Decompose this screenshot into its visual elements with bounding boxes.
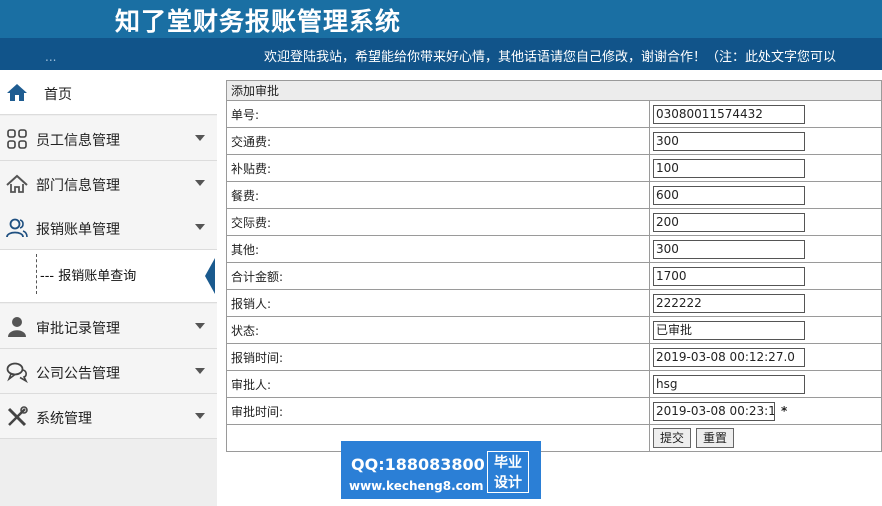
watermark-tag-line2: 设计 [494,475,522,491]
meal-fee-input[interactable]: 600 [653,185,805,205]
approver-input[interactable]: hsg [653,374,805,394]
grid-icon [7,129,27,149]
total-amount-input[interactable]: 1700 [653,266,805,286]
field-label: 状态: [226,316,650,344]
sidebar-item-system[interactable]: 系统管理 [0,394,217,439]
sidebar-item-approval[interactable]: 审批记录管理 [0,304,217,349]
watermark-qq: QQ:188083800 [351,455,485,474]
form-row-meal: 餐费: 600 [226,181,882,209]
approval-form: 添加审批 单号: 03080011574432 交通费: 300 补贴费: 10… [226,80,882,452]
tree-branch: --- [40,269,55,284]
submit-button[interactable]: 提交 [653,428,692,448]
app-title: 知了堂财务报账管理系统 [115,7,402,36]
sidebar-item-label: 公司公告管理 [36,366,120,382]
form-row-status: 状态: 已审批 [226,316,882,344]
chevron-down-icon [195,323,205,329]
sidebar: 首页 员工信息管理 部门信息管理 报销账单管理 --- 报销账单查询 审批记录管… [0,70,217,506]
claim-time-input[interactable]: 2019-03-08 00:12:27.0 [653,347,805,367]
form-row-claimant: 报销人: 222222 [226,289,882,317]
form-row-approver: 审批人: hsg [226,370,882,398]
field-label: 单号: [226,100,650,128]
field-label: 报销人: [226,289,650,317]
approval-form-panel: 添加审批 单号: 03080011574432 交通费: 300 补贴费: 10… [226,80,882,452]
form-row-order-no: 单号: 03080011574432 [226,100,882,128]
person-icon [8,317,26,337]
field-label: 补贴费: [226,154,650,182]
form-row-subsidy: 补贴费: 100 [226,154,882,182]
field-label: 餐费: [226,181,650,209]
sidebar-subitem-expense-query[interactable]: --- 报销账单查询 [40,265,136,284]
social-fee-input[interactable]: 200 [653,212,805,232]
field-label: 交通费: [226,127,650,155]
home-icon [7,84,27,101]
tools-icon [7,406,28,427]
field-label: 报销时间: [226,343,650,371]
form-row-claim-time: 报销时间: 2019-03-08 00:12:27.0 [226,343,882,371]
order-no-input[interactable]: 03080011574432 [653,104,805,124]
other-fee-input[interactable]: 300 [653,239,805,259]
users-icon [6,218,28,238]
form-row-other: 其他: 300 [226,235,882,263]
required-mark: * [781,403,788,418]
sidebar-item-department[interactable]: 部门信息管理 [0,161,217,206]
header-banner: 知了堂财务报账管理系统 [0,0,882,38]
watermark-banner: QQ:188083800 www.kecheng8.com 毕业 设计 [341,441,541,499]
sidebar-item-home[interactable]: 首页 [0,70,217,115]
sidebar-item-label: 部门信息管理 [36,178,120,194]
form-row-social: 交际费: 200 [226,208,882,236]
form-heading: 添加审批 [226,80,882,101]
sidebar-item-employee[interactable]: 员工信息管理 [0,116,217,161]
field-label: 其他: [226,235,650,263]
form-row-transport: 交通费: 300 [226,127,882,155]
form-row-actions: 提交 重置 [226,424,882,452]
subsidy-fee-input[interactable]: 100 [653,158,805,178]
chat-icon [6,362,28,383]
field-label: 审批人: [226,370,650,398]
reset-button[interactable]: 重置 [696,428,735,448]
sidebar-subitem-label: 报销账单查询 [58,269,137,284]
active-indicator-icon [205,258,215,294]
chevron-down-icon [195,180,205,186]
status-input[interactable]: 已审批 [653,320,805,340]
header-welcome-bar: ... 欢迎登陆我站，希望能给你带来好心情，其他话语请您自己修改，谢谢合作！（注… [0,38,882,70]
sidebar-item-label: 报销账单管理 [36,222,120,238]
sidebar-item-announcement[interactable]: 公司公告管理 [0,349,217,394]
sidebar-item-label: 员工信息管理 [36,133,120,149]
sidebar-item-label: 首页 [44,87,72,103]
chevron-down-icon [195,368,205,374]
house-icon [6,174,28,193]
chevron-down-icon [195,135,205,141]
watermark-tag-line1: 毕业 [494,455,522,471]
chevron-down-icon [195,224,205,230]
form-row-approval-time: 审批时间: 2019-03-08 00:23:19 * [226,397,882,425]
welcome-marquee: 欢迎登陆我站，希望能给你带来好心情，其他话语请您自己修改，谢谢合作！（注：此处文… [264,50,837,65]
field-label: 交际费: [226,208,650,236]
tree-line [36,254,37,294]
watermark-url: www.kecheng8.com [349,479,484,493]
watermark-tag: 毕业 设计 [487,451,529,493]
sidebar-submenu: --- 报销账单查询 [0,250,217,303]
sidebar-item-label: 审批记录管理 [36,321,120,337]
header-dots: ... [45,50,57,64]
chevron-down-icon [195,413,205,419]
field-label: 审批时间: [226,397,650,425]
sidebar-item-expense[interactable]: 报销账单管理 [0,205,217,250]
form-row-total: 合计金额: 1700 [226,262,882,290]
claimant-input[interactable]: 222222 [653,293,805,313]
field-label: 合计金额: [226,262,650,290]
approval-time-input[interactable]: 2019-03-08 00:23:19 [653,401,775,421]
transport-fee-input[interactable]: 300 [653,131,805,151]
sidebar-item-label: 系统管理 [36,411,92,427]
